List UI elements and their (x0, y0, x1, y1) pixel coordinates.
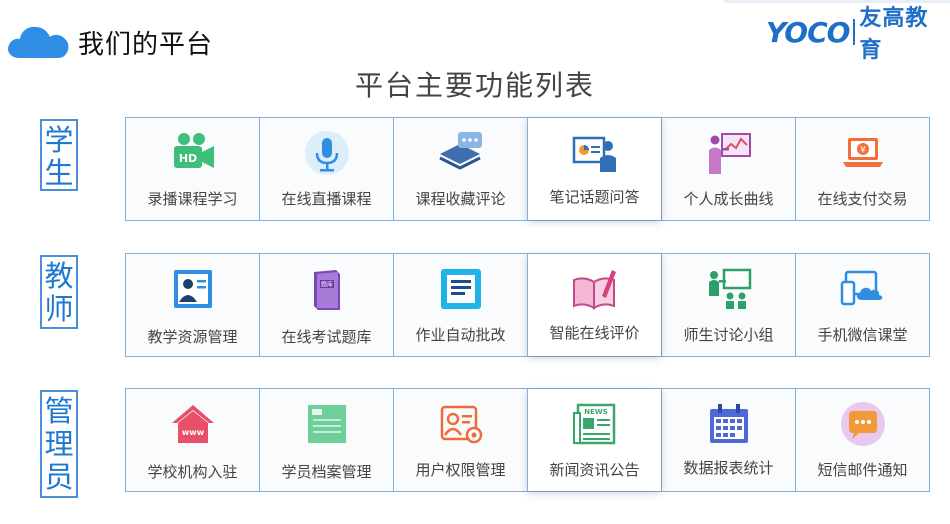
feature-item-course-comments[interactable]: 课程收藏评论 (393, 118, 527, 220)
feature-item-label: 智能在线评价 (549, 324, 640, 342)
contact-card-icon (173, 270, 212, 308)
brand-logo: YOCO 友高教育 (766, 6, 950, 63)
logo-text-cn: 友高教育 (859, 6, 929, 63)
feature-item-label: 课程收藏评论 (415, 190, 506, 208)
feature-item-notes-qa[interactable]: 笔记话题问答 (527, 118, 661, 220)
feature-item-news-notices[interactable]: NEWS 新闻资讯公告 (527, 389, 661, 491)
feature-item-label: 用户权限管理 (415, 461, 506, 479)
www-house-icon: www (171, 405, 214, 443)
question-bank-book-icon: 题库 (313, 270, 340, 310)
archive-document-icon (307, 405, 346, 443)
feature-item-label: 在线支付交易 (817, 190, 908, 208)
svg-text:HD: HD (178, 152, 196, 165)
feature-item-label: 在线直播课程 (281, 190, 372, 208)
document-list-icon (440, 269, 481, 309)
feature-item-label: 教学资源管理 (147, 328, 238, 346)
role-label-student: 学生 (40, 119, 78, 191)
feature-item-label: 数据报表统计 (683, 459, 774, 477)
feature-item-data-reports[interactable]: 数据报表统计 (661, 389, 795, 491)
feature-item-auto-grading[interactable]: 作业自动批改 (393, 254, 527, 356)
feature-item-student-records[interactable]: 学员档案管理 (259, 389, 393, 491)
svg-text:¥: ¥ (860, 146, 866, 156)
feature-item-smart-evaluation[interactable]: 智能在线评价 (527, 254, 661, 356)
logo-text-en: YOCO (766, 15, 850, 49)
feature-item-label: 在线考试题库 (281, 328, 372, 346)
svg-text:题库: 题库 (320, 281, 332, 289)
user-settings-icon (440, 405, 482, 444)
microphone-icon (304, 131, 349, 175)
hd-video-camera-icon: HD (173, 133, 214, 168)
feature-item-online-payment[interactable]: ¥ 在线支付交易 (795, 118, 929, 220)
feature-item-label: 学员档案管理 (281, 463, 372, 481)
feature-item-label: 手机微信课堂 (817, 326, 908, 344)
feature-item-teaching-resources[interactable]: 教学资源管理 (126, 254, 259, 356)
feature-item-recorded-courses[interactable]: HD 录播课程学习 (126, 118, 259, 220)
growth-chart-icon (708, 133, 751, 174)
feature-item-label: 个人成长曲线 (683, 190, 774, 208)
feature-list-title: 平台主要功能列表 (354, 69, 595, 102)
feature-item-label: 新闻资讯公告 (549, 461, 640, 479)
feature-item-label: 短信邮件通知 (817, 461, 908, 479)
teacher-board-group-icon (708, 268, 751, 309)
cloud-icon (8, 26, 69, 58)
feature-item-discussion-groups[interactable]: 师生讨论小组 (661, 254, 795, 356)
role-label-teacher: 教师 (40, 255, 78, 329)
mobile-cloud-icon (840, 270, 882, 306)
comment-bubble-icon (438, 132, 482, 170)
feature-item-label: 笔记话题问答 (549, 188, 640, 206)
presenter-board-icon (572, 136, 616, 172)
feature-item-school-onboarding[interactable]: www 学校机构入驻 (126, 389, 259, 491)
svg-text:NEWS: NEWS (584, 408, 607, 416)
newspaper-icon: NEWS (572, 403, 615, 445)
feature-row-teacher: 教学资源管理 题库 在线考试题库 作业自动批改 智能在线评价 师生讨论小组 手机… (125, 253, 930, 357)
svg-text:www: www (181, 428, 204, 437)
feature-item-wechat-classroom[interactable]: 手机微信课堂 (795, 254, 929, 356)
feature-item-user-permissions[interactable]: 用户权限管理 (393, 389, 527, 491)
feature-item-exam-bank[interactable]: 题库 在线考试题库 (259, 254, 393, 356)
laptop-payment-icon: ¥ (842, 138, 883, 167)
feature-row-admin: www 学校机构入驻 学员档案管理 用户权限管理 NEWS 新闻资讯公告 数据报… (125, 388, 930, 492)
feature-item-live-courses[interactable]: 在线直播课程 (259, 118, 393, 220)
book-pen-icon (572, 270, 616, 310)
feature-item-label: 师生讨论小组 (683, 326, 774, 344)
calendar-grid-icon (709, 404, 748, 443)
role-label-admin: 管理员 (40, 390, 78, 498)
message-bubble-icon (840, 402, 885, 446)
feature-item-label: 学校机构入驻 (147, 463, 238, 481)
feature-row-student: HD 录播课程学习 在线直播课程 课程收藏评论 笔记话题问答 个人成长曲线 ¥ … (125, 117, 930, 221)
header: 我们的平台 YOCO 友高教育 (0, 0, 950, 70)
page-title: 我们的平台 (78, 30, 214, 60)
feature-item-label: 作业自动批改 (415, 326, 506, 344)
feature-item-growth-curve[interactable]: 个人成长曲线 (661, 118, 795, 220)
feature-item-sms-email[interactable]: 短信邮件通知 (795, 389, 929, 491)
logo-separator (853, 19, 856, 45)
feature-item-label: 录播课程学习 (147, 190, 238, 208)
